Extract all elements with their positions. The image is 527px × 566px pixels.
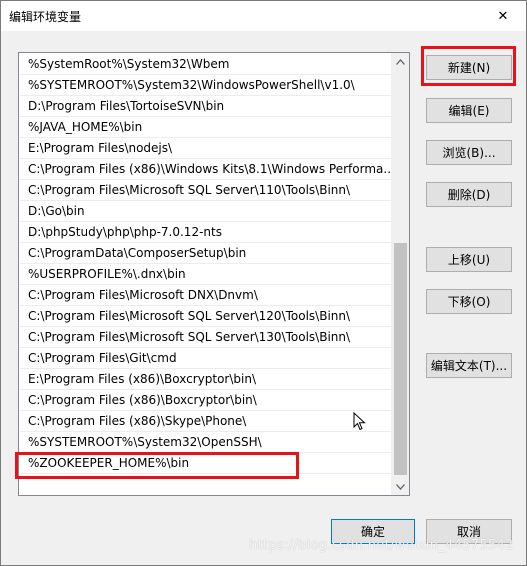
- path-list-item[interactable]: C:\Program Files\Microsoft DNX\Dnvm\: [20, 285, 393, 306]
- title-bar: 编辑环境变量 ✕: [1, 1, 526, 31]
- close-button[interactable]: ✕: [480, 1, 526, 31]
- edit-env-variable-dialog: 编辑环境变量 ✕ %SystemRoot%\System32\Wbem %SYST…: [0, 0, 527, 566]
- new-button-highlight: [421, 46, 516, 86]
- scroll-thumb[interactable]: [394, 243, 407, 475]
- path-list-item[interactable]: %SYSTEMROOT%\System32\WindowsPowerShell\…: [20, 75, 393, 96]
- path-list[interactable]: %SystemRoot%\System32\Wbem %SYSTEMROOT%\S…: [18, 52, 410, 496]
- browse-button[interactable]: 浏览(B)...: [426, 140, 512, 165]
- path-list-item[interactable]: C:\ProgramData\ComposerSetup\bin: [20, 243, 393, 264]
- path-list-item[interactable]: D:\Program Files\TortoiseSVN\bin: [20, 96, 393, 117]
- path-list-item[interactable]: D:\phpStudy\php\php-7.0.12-nts: [20, 222, 393, 243]
- close-icon: ✕: [497, 8, 509, 24]
- path-list-item[interactable]: C:\Program Files (x86)\Skype\Phone\: [20, 411, 393, 432]
- watermark: https://blog.csdn.net/weixin_44575542: [249, 538, 514, 553]
- chevron-down-icon: [396, 483, 405, 490]
- path-list-item[interactable]: %USERPROFILE%\.dnx\bin: [20, 264, 393, 285]
- scroll-down-button[interactable]: [392, 478, 409, 495]
- path-list-item[interactable]: C:\Program Files (x86)\Boxcryptor\bin\: [20, 390, 393, 411]
- path-list-item[interactable]: C:\Program Files\Microsoft SQL Server\12…: [20, 306, 393, 327]
- delete-button[interactable]: 删除(D): [426, 182, 512, 207]
- text-cursor-icon: [353, 412, 366, 431]
- path-list-item[interactable]: C:\Program Files\Microsoft SQL Server\11…: [20, 180, 393, 201]
- new-entry-highlight: [15, 452, 299, 479]
- move-up-button[interactable]: 上移(U): [426, 247, 512, 272]
- path-list-item[interactable]: C:\Program Files\Microsoft SQL Server\13…: [20, 327, 393, 348]
- path-list-item[interactable]: C:\Program Files (x86)\Windows Kits\8.1\…: [20, 159, 393, 180]
- scroll-up-button[interactable]: [392, 53, 409, 70]
- path-list-item[interactable]: %SYSTEMROOT%\System32\OpenSSH\: [20, 432, 393, 453]
- path-list-item[interactable]: %JAVA_HOME%\bin: [20, 117, 393, 138]
- path-list-item[interactable]: E:\Program Files\nodejs\: [20, 138, 393, 159]
- path-list-item[interactable]: C:\Program Files\Git\cmd: [20, 348, 393, 369]
- chevron-up-icon: [396, 58, 405, 65]
- vertical-scrollbar[interactable]: [391, 53, 409, 495]
- dialog-title: 编辑环境变量: [9, 10, 82, 24]
- edit-text-button[interactable]: 编辑文本(T)...: [426, 353, 512, 378]
- path-list-item[interactable]: D:\Go\bin: [20, 201, 393, 222]
- path-list-item[interactable]: E:\Program Files (x86)\Boxcryptor\bin\: [20, 369, 393, 390]
- move-down-button[interactable]: 下移(O): [426, 289, 512, 314]
- edit-button[interactable]: 编辑(E): [426, 98, 512, 123]
- path-list-item[interactable]: %SystemRoot%\System32\Wbem: [20, 54, 393, 75]
